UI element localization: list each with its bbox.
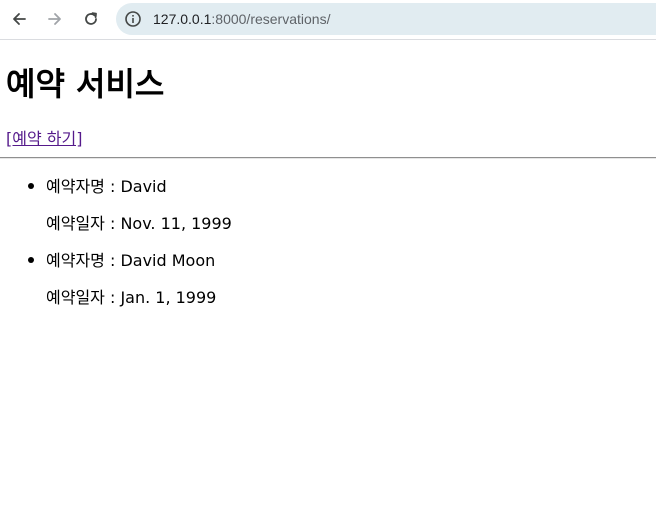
forward-button[interactable] <box>42 6 68 32</box>
browser-toolbar: 127.0.0.1:8000/reservations/ <box>0 0 656 40</box>
reservation-name: 예약자명 : David Moon <box>46 251 216 270</box>
reservation-date: 예약일자 : Nov. 11, 1999 <box>46 214 232 233</box>
reservation-date: 예약일자 : Jan. 1, 1999 <box>46 288 217 307</box>
back-button[interactable] <box>6 6 32 32</box>
forward-arrow-icon <box>48 13 61 25</box>
list-bullet <box>28 183 34 189</box>
url-host: 127.0.0.1 <box>153 11 212 27</box>
divider <box>0 157 656 159</box>
url-path: :8000/reservations/ <box>211 11 331 27</box>
list-bullet <box>28 257 34 263</box>
reservation-name: 예약자명 : David <box>46 177 167 196</box>
page-content: 예약 서비스 [예약 하기] 예약자명 : David 예약일자 : Nov. … <box>0 40 656 515</box>
page-title: 예약 서비스 <box>6 65 165 103</box>
make-reservation-link[interactable]: [예약 하기] <box>6 128 82 150</box>
site-info-icon[interactable] <box>124 10 142 28</box>
reload-button[interactable] <box>78 6 104 32</box>
url-text[interactable]: 127.0.0.1:8000/reservations/ <box>153 10 330 28</box>
address-bar[interactable]: 127.0.0.1:8000/reservations/ <box>116 3 656 35</box>
reload-icon <box>85 12 97 25</box>
back-arrow-icon <box>13 13 26 25</box>
